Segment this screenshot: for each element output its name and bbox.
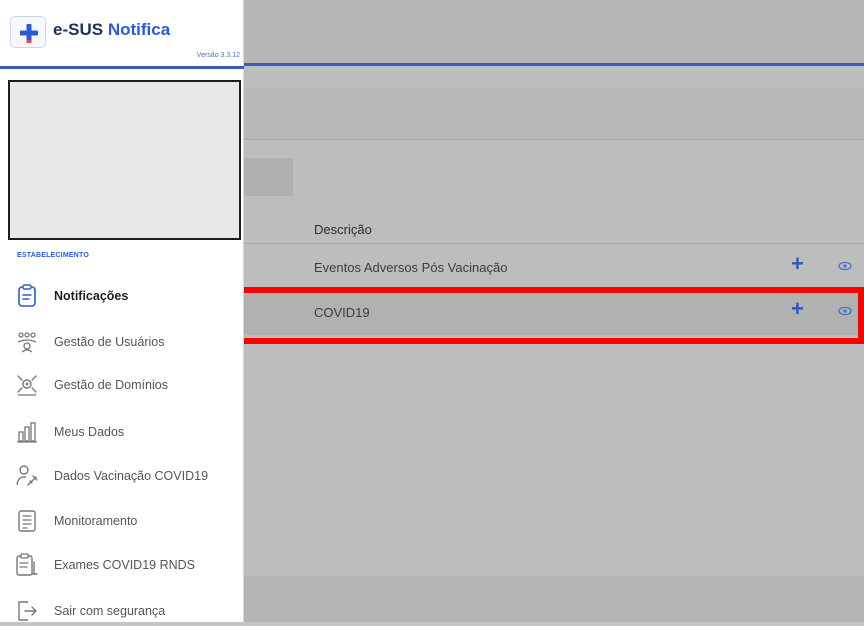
user-syringe-icon <box>16 465 38 486</box>
domains-icon <box>17 375 37 396</box>
users-group-icon <box>17 332 37 353</box>
sidebar-item-dados-vacinacao[interactable]: Dados Vacinação COVID19 <box>14 461 240 491</box>
exam-clipboard-icon <box>16 553 38 576</box>
brand: e-SUS Notifica Versão 3.3.12 <box>10 16 244 62</box>
monitor-list-icon <box>18 510 36 532</box>
sidebar-item-label: Dados Vacinação COVID19 <box>54 469 209 483</box>
brand-divider <box>0 66 244 69</box>
app-version: Versão 3.3.12 <box>196 52 240 59</box>
profile-image-placeholder <box>8 80 241 240</box>
sidebar-item-label: Notificações <box>54 289 129 303</box>
table-row[interactable]: Eventos Adversos Pós Vacinação + <box>244 246 864 290</box>
add-notification-button[interactable]: + <box>791 253 804 275</box>
sidebar-item-gestao-dominios[interactable]: Gestão de Domínios <box>14 370 240 400</box>
sidebar-item-exames-covid[interactable]: Exames COVID19 RNDS <box>14 550 240 580</box>
sidebar-item-monitoramento[interactable]: Monitoramento <box>14 506 240 536</box>
filter-chip[interactable] <box>244 158 293 196</box>
bar-chart-icon <box>17 422 37 443</box>
view-eye-icon[interactable] <box>838 261 852 271</box>
highlight-box <box>237 287 864 344</box>
sidebar-item-gestao-usuarios[interactable]: Gestão de Usuários <box>14 327 240 357</box>
clipboard-icon <box>18 284 36 307</box>
table-header-descricao: Descrição <box>314 222 372 237</box>
row-description: Eventos Adversos Pós Vacinação <box>314 260 508 275</box>
sidebar-item-label: Meus Dados <box>54 425 125 439</box>
bottom-bar <box>244 576 864 622</box>
sidebar-item-notificacoes[interactable]: Notificações <box>14 281 240 311</box>
logout-icon <box>18 601 37 621</box>
sidebar-item-label: Sair com segurança <box>54 604 166 618</box>
brand-accent: Notifica <box>107 20 171 39</box>
plus-logo-icon <box>10 16 46 48</box>
sidebar-item-label: Exames COVID19 RNDS <box>54 558 196 572</box>
table-header-divider <box>244 243 864 244</box>
sidebar-item-label: Gestão de Usuários <box>54 335 165 349</box>
sidebar-item-label: Monitoramento <box>54 514 138 528</box>
brand-prefix: e-SUS <box>53 20 104 39</box>
sidebar-item-label: Gestão de Domínios <box>54 378 168 392</box>
section-label: ESTABELECIMENTO <box>17 252 89 259</box>
sidebar: e-SUS Notifica Versão 3.3.12 ESTABELECIM… <box>0 0 244 622</box>
sidebar-item-meus-dados[interactable]: Meus Dados <box>14 417 240 447</box>
app-title: e-SUS Notifica <box>53 20 170 40</box>
